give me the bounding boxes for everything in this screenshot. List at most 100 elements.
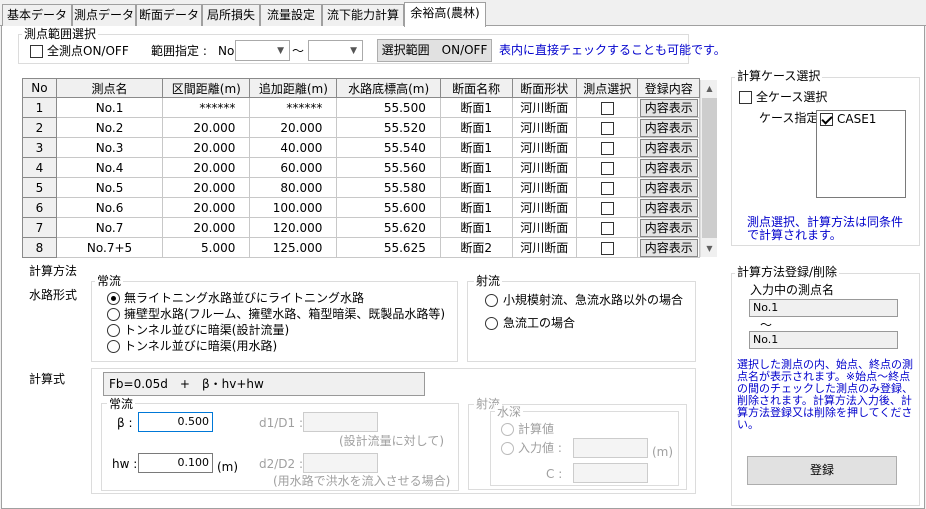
row-bed-elevation[interactable]: 55.600 xyxy=(336,197,441,218)
case1-checkbox[interactable] xyxy=(820,113,833,126)
radio-small-jet[interactable] xyxy=(485,294,498,307)
tab-flow-setting[interactable]: 流量設定 xyxy=(260,4,322,26)
row-section-distance[interactable]: 20.000 xyxy=(162,217,251,238)
point-select-checkbox[interactable] xyxy=(600,221,614,235)
row-section-name[interactable]: 断面1 xyxy=(439,117,513,138)
c-input[interactable] xyxy=(573,463,648,483)
option-retaining-wall: 擁壁型水路(フルーム、擁壁水路、箱型暗渠、既製品水路等) xyxy=(124,307,446,321)
row-section-shape[interactable]: 河川断面 xyxy=(511,137,578,158)
show-content-button[interactable]: 内容表示 xyxy=(639,178,698,197)
row-section-shape[interactable]: 河川断面 xyxy=(511,197,578,218)
radio-retaining-wall[interactable] xyxy=(107,308,120,321)
all-points-checkbox[interactable] xyxy=(30,45,43,58)
row-section-name[interactable]: 断面1 xyxy=(439,97,513,118)
row-section-shape[interactable]: 河川断面 xyxy=(511,217,578,238)
row-added-distance[interactable]: 80.000 xyxy=(249,177,338,198)
row-section-distance[interactable]: 20.000 xyxy=(162,197,251,218)
row-section-name[interactable]: 断面1 xyxy=(439,137,513,158)
row-section-distance[interactable]: 5.000 xyxy=(162,237,251,258)
hw-input[interactable]: 0.100 xyxy=(138,453,213,473)
tab-point-data[interactable]: 測点データ xyxy=(72,4,136,26)
show-content-button[interactable]: 内容表示 xyxy=(639,118,698,137)
scroll-thumb[interactable] xyxy=(702,98,717,238)
beta-input[interactable]: 0.500 xyxy=(138,412,213,432)
row-section-name[interactable]: 断面1 xyxy=(439,157,513,178)
row-bed-elevation[interactable]: 55.540 xyxy=(336,137,441,158)
row-section-name[interactable]: 断面1 xyxy=(439,197,513,218)
range-onoff-button[interactable]: 選択範囲 ON/OFF xyxy=(377,39,492,62)
row-section-distance[interactable]: 20.000 xyxy=(162,137,251,158)
register-button[interactable]: 登録 xyxy=(747,456,897,485)
show-content-button[interactable]: 内容表示 xyxy=(639,98,698,117)
row-section-shape[interactable]: 河川断面 xyxy=(511,117,578,138)
row-added-distance[interactable]: 120.000 xyxy=(249,217,338,238)
show-content-button[interactable]: 内容表示 xyxy=(639,158,698,177)
row-section-shape[interactable]: 河川断面 xyxy=(511,237,578,258)
row-section-name[interactable]: 断面2 xyxy=(439,237,513,258)
radio-tunnel-irrigation[interactable] xyxy=(107,340,120,353)
point-select-checkbox[interactable] xyxy=(600,101,614,115)
row-bed-elevation[interactable]: 55.500 xyxy=(336,97,441,118)
point-select-checkbox[interactable] xyxy=(600,161,614,175)
range-start-select[interactable]: ▼ xyxy=(235,40,290,61)
row-section-name[interactable]: 断面1 xyxy=(439,217,513,238)
row-point-name[interactable]: No.3 xyxy=(55,137,164,158)
tab-basic-data[interactable]: 基本データ xyxy=(2,4,72,26)
row-section-shape[interactable]: 河川断面 xyxy=(511,157,578,178)
point-select-checkbox[interactable] xyxy=(600,141,614,155)
radio-input-value[interactable] xyxy=(501,442,514,455)
row-bed-elevation[interactable]: 55.620 xyxy=(336,217,441,238)
table-scrollbar[interactable]: ▲ ▼ xyxy=(700,80,717,257)
d1d1-input[interactable] xyxy=(303,412,378,432)
case-listbox[interactable]: CASE1 xyxy=(816,110,906,198)
row-section-shape[interactable]: 河川断面 xyxy=(511,97,578,118)
point-select-checkbox[interactable] xyxy=(600,181,614,195)
row-point-name[interactable]: No.1 xyxy=(55,97,164,118)
water-depth-input[interactable] xyxy=(573,438,648,458)
row-added-distance[interactable]: ****** xyxy=(249,97,338,118)
point-select-checkbox[interactable] xyxy=(600,201,614,215)
row-point-name[interactable]: No.5 xyxy=(55,177,164,198)
input-value-label: 入力値 : xyxy=(518,441,562,455)
col-added-distance: 追加距離(m) xyxy=(249,78,338,98)
show-content-button[interactable]: 内容表示 xyxy=(639,238,698,257)
row-bed-elevation[interactable]: 55.520 xyxy=(336,117,441,138)
row-added-distance[interactable]: 40.000 xyxy=(249,137,338,158)
radio-rapid-flow[interactable] xyxy=(485,317,498,330)
scroll-up-icon[interactable]: ▲ xyxy=(701,80,718,97)
row-added-distance[interactable]: 125.000 xyxy=(249,237,338,258)
radio-tunnel-design[interactable] xyxy=(107,324,120,337)
row-bed-elevation[interactable]: 55.580 xyxy=(336,177,441,198)
show-content-button[interactable]: 内容表示 xyxy=(639,138,698,157)
row-section-distance[interactable]: ****** xyxy=(162,97,251,118)
row-section-distance[interactable]: 20.000 xyxy=(162,117,251,138)
d2d2-input[interactable] xyxy=(303,453,378,473)
row-section-distance[interactable]: 20.000 xyxy=(162,177,251,198)
row-added-distance[interactable]: 20.000 xyxy=(249,117,338,138)
tab-local-loss[interactable]: 局所損失 xyxy=(202,4,260,26)
row-point-name[interactable]: No.7+5 xyxy=(55,237,164,258)
row-section-distance[interactable]: 20.000 xyxy=(162,157,251,178)
point-select-checkbox[interactable] xyxy=(600,241,614,255)
row-added-distance[interactable]: 60.000 xyxy=(249,157,338,178)
tab-capacity-calc[interactable]: 流下能力計算 xyxy=(322,4,404,26)
row-point-name[interactable]: No.6 xyxy=(55,197,164,218)
row-point-name[interactable]: No.7 xyxy=(55,217,164,238)
show-content-button[interactable]: 内容表示 xyxy=(639,218,698,237)
radio-lightning-channel[interactable] xyxy=(107,292,120,305)
row-bed-elevation[interactable]: 55.625 xyxy=(336,237,441,258)
row-section-shape[interactable]: 河川断面 xyxy=(511,177,578,198)
tab-section-data[interactable]: 断面データ xyxy=(136,4,202,26)
range-end-select[interactable]: ▼ xyxy=(308,40,363,61)
radio-calc-value[interactable] xyxy=(501,423,514,436)
scroll-down-icon[interactable]: ▼ xyxy=(701,240,718,257)
row-bed-elevation[interactable]: 55.560 xyxy=(336,157,441,178)
all-cases-checkbox[interactable] xyxy=(739,91,752,104)
tab-freeboard[interactable]: 余裕高(農林) xyxy=(404,2,486,27)
row-section-name[interactable]: 断面1 xyxy=(439,177,513,198)
row-point-name[interactable]: No.4 xyxy=(55,157,164,178)
show-content-button[interactable]: 内容表示 xyxy=(639,198,698,217)
row-added-distance[interactable]: 100.000 xyxy=(249,197,338,218)
point-select-checkbox[interactable] xyxy=(600,121,614,135)
row-point-name[interactable]: No.2 xyxy=(55,117,164,138)
